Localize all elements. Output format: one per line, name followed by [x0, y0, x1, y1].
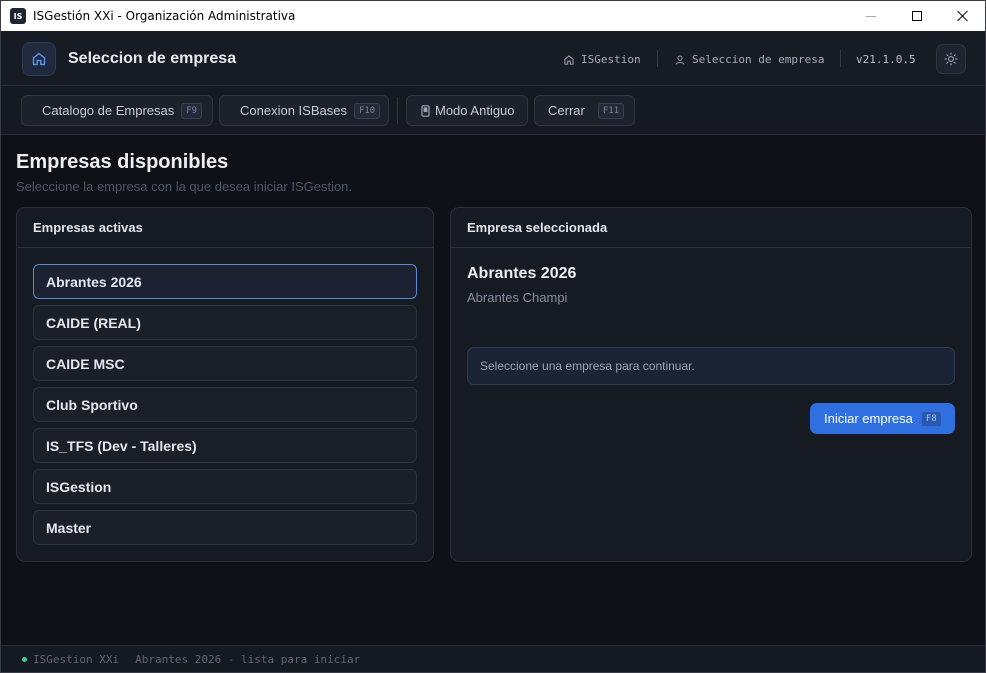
iniciar-empresa-button[interactable]: Iniciar empresa F8	[810, 403, 955, 434]
breadcrumb-home-label: ISGestion	[581, 53, 641, 66]
close-window-button[interactable]	[940, 1, 985, 31]
status-bar: ISGestion XXi Abrantes 2026 - lista para…	[1, 645, 985, 672]
shortcut-badge: F10	[353, 102, 381, 119]
minimize-button[interactable]	[848, 1, 894, 31]
status-dot-icon	[22, 657, 27, 662]
company-item[interactable]: CAIDE (REAL)	[33, 305, 417, 340]
page-header-title: Seleccion de empresa	[68, 50, 237, 67]
divider	[657, 50, 658, 67]
company-item[interactable]: IS_TFS (Dev - Talleres)	[33, 428, 417, 463]
empresas-activas-title: Empresas activas	[17, 208, 433, 248]
company-item[interactable]: Abrantes 2026	[33, 264, 417, 299]
toolbar: Catalogo de Empresas F9 Conexion ISBases…	[1, 86, 985, 135]
company-list: Abrantes 2026 CAIDE (REAL) CAIDE MSC Clu…	[33, 264, 417, 551]
company-item-label: CAIDE (REAL)	[46, 314, 141, 331]
close-icon	[957, 10, 969, 22]
home-icon	[32, 52, 46, 66]
version-label: v21.1.0.5	[856, 53, 916, 66]
company-item-label: Master	[46, 519, 92, 536]
conexion-isbases-button[interactable]: Conexion ISBases F10	[219, 95, 389, 126]
company-item-label: Club Sportivo	[46, 396, 138, 413]
selected-company-name: Abrantes 2026	[467, 265, 577, 282]
shortcut-badge: F9	[181, 102, 203, 119]
iniciar-empresa-label: Iniciar empresa	[824, 411, 913, 426]
modo-antiguo-button[interactable]: Modo Antiguo	[406, 95, 528, 126]
shortcut-badge: F11	[597, 102, 625, 119]
minimize-icon	[866, 15, 876, 17]
app-logo-icon: IS	[10, 8, 26, 24]
info-notice: Seleccione una empresa para continuar.	[467, 347, 955, 385]
company-item-label: CAIDE MSC	[46, 355, 125, 372]
maximize-button[interactable]	[894, 1, 940, 31]
toolbar-divider	[397, 97, 398, 124]
company-item-label: Abrantes 2026	[46, 273, 142, 290]
company-item-label: IS_TFS (Dev - Talleres)	[46, 437, 197, 454]
catalogo-empresas-button[interactable]: Catalogo de Empresas F9	[21, 95, 213, 126]
company-item[interactable]: Club Sportivo	[33, 387, 417, 422]
company-item[interactable]: Master	[33, 510, 417, 545]
catalogo-empresas-label: Catalogo de Empresas	[42, 103, 175, 118]
breadcrumb-current: Seleccion de empresa	[674, 53, 824, 66]
theme-toggle-button[interactable]	[936, 44, 966, 74]
page-title: Empresas disponibles	[16, 151, 229, 173]
title-bar: IS ISGestión XXi - Organización Administ…	[1, 1, 985, 31]
device-icon	[421, 104, 430, 117]
sun-icon	[944, 52, 958, 66]
divider	[840, 50, 841, 67]
selected-company-description: Abrantes Champi	[467, 290, 568, 305]
empresa-seleccionada-panel: Empresa seleccionada Abrantes 2026 Abran…	[450, 207, 972, 562]
app-header: Seleccion de empresa ISGestion Seleccion…	[1, 31, 985, 86]
conexion-isbases-label: Conexion ISBases	[240, 103, 347, 118]
shortcut-badge: F8	[920, 410, 942, 427]
company-item[interactable]: ISGestion	[33, 469, 417, 504]
maximize-icon	[912, 11, 922, 21]
cerrar-button[interactable]: Cerrar F11	[534, 95, 635, 126]
user-icon	[675, 55, 685, 65]
page-subtitle: Seleccione la empresa con la que desea i…	[16, 179, 353, 194]
breadcrumb-home[interactable]: ISGestion	[563, 53, 641, 66]
cerrar-label: Cerrar	[548, 103, 585, 118]
breadcrumb-current-label: Seleccion de empresa	[692, 53, 825, 66]
home-button[interactable]	[22, 42, 56, 76]
empresas-activas-panel: Empresas activas Abrantes 2026 CAIDE (RE…	[16, 207, 434, 562]
company-item-label: ISGestion	[46, 478, 112, 495]
status-app-name: ISGestion XXi	[33, 653, 120, 666]
modo-antiguo-label: Modo Antiguo	[435, 103, 515, 118]
window-title: ISGestión XXi - Organización Administrat…	[33, 9, 296, 23]
home-icon	[564, 54, 574, 65]
company-item[interactable]: CAIDE MSC	[33, 346, 417, 381]
app-window: IS ISGestión XXi - Organización Administ…	[0, 0, 986, 673]
status-message: Abrantes 2026 - lista para iniciar	[135, 653, 361, 666]
empresa-seleccionada-title: Empresa seleccionada	[451, 208, 971, 248]
